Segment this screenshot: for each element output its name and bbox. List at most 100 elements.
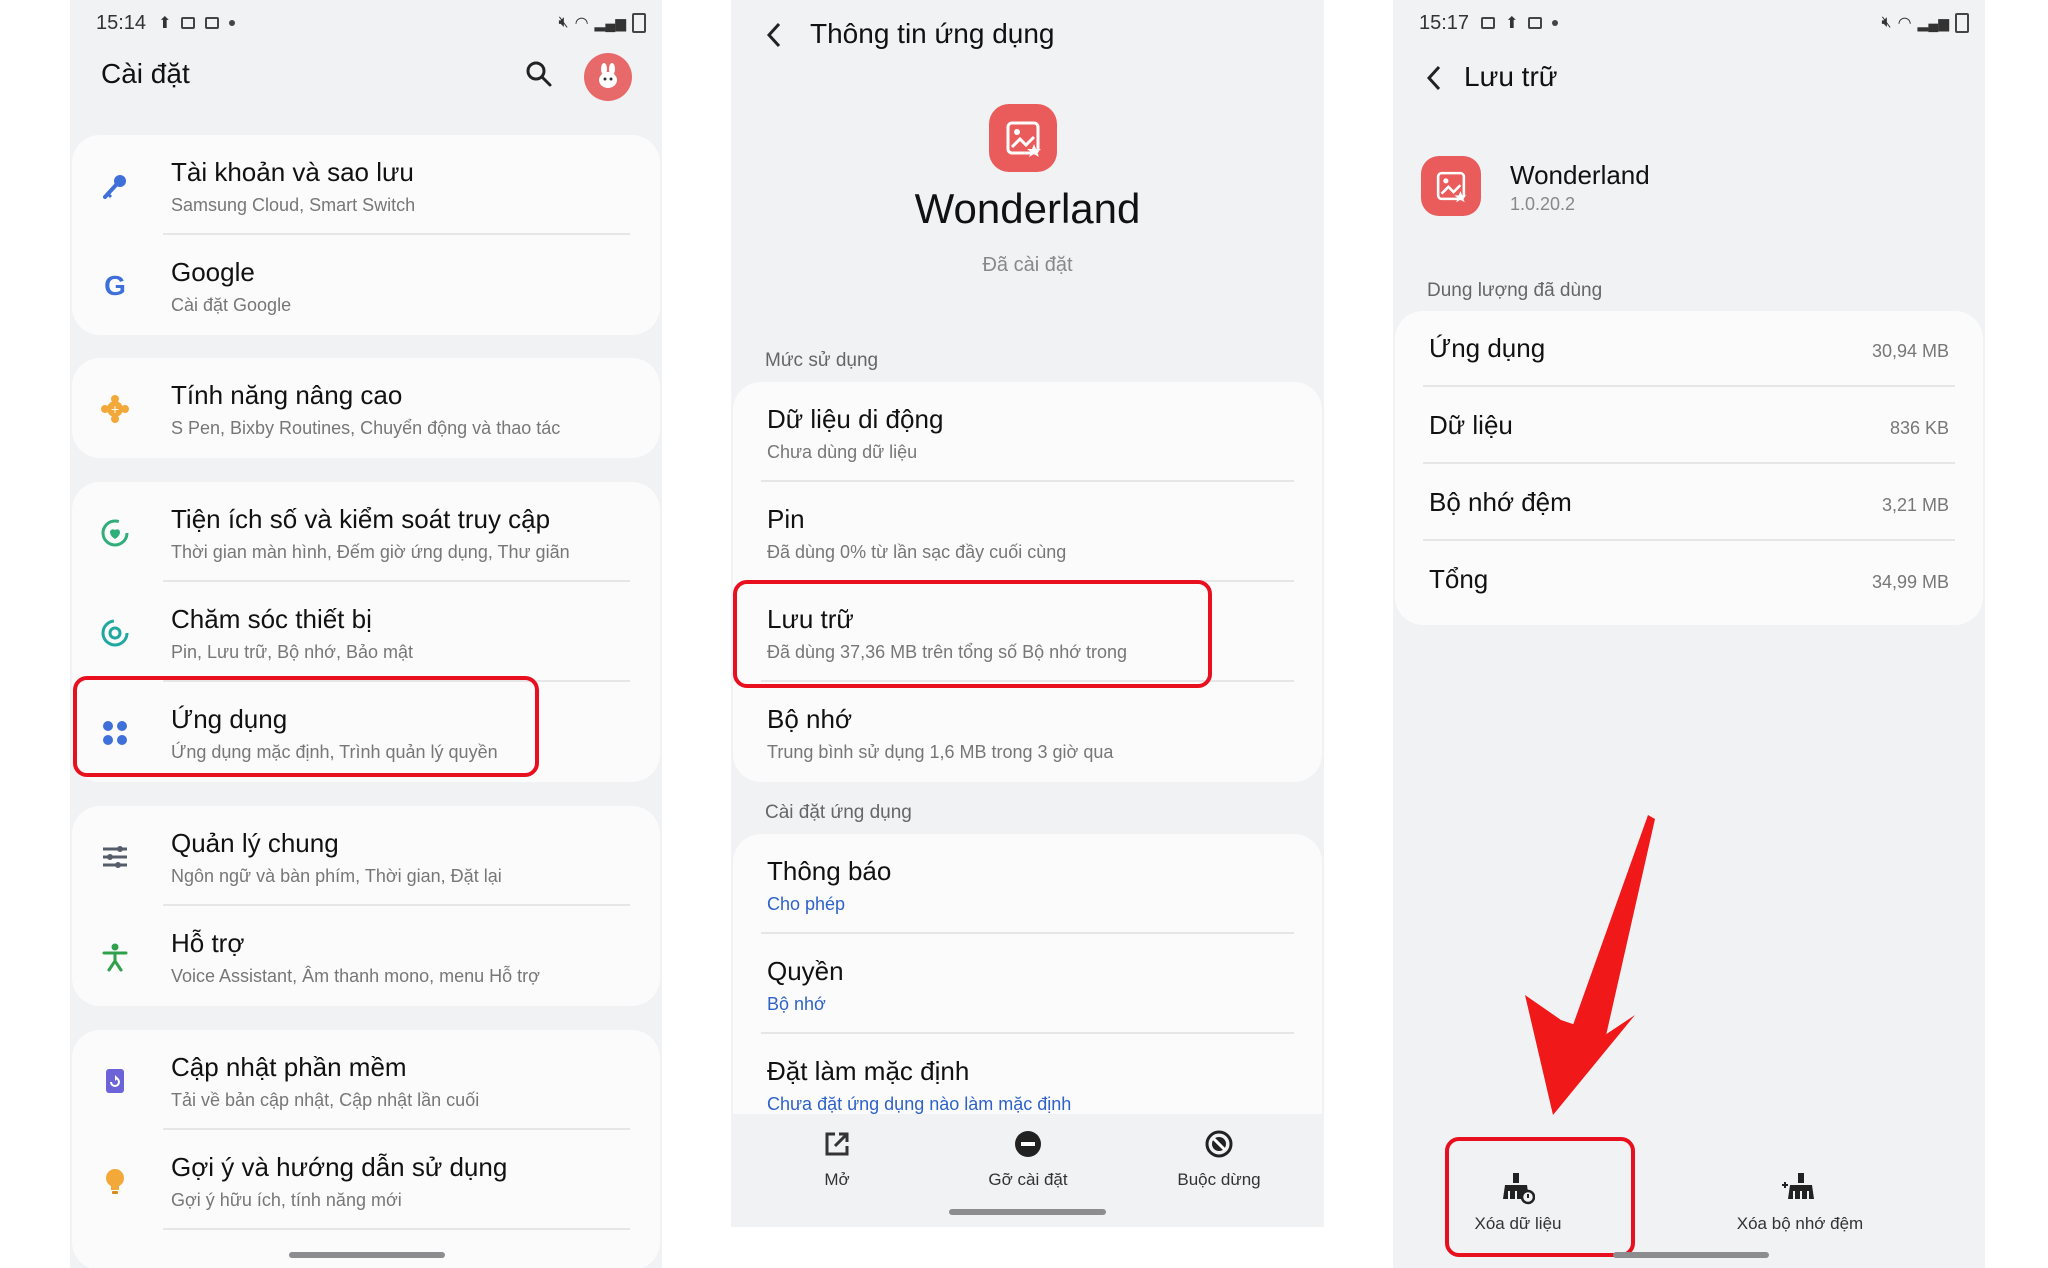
app-version: 1.0.20.2 — [1510, 194, 1576, 214]
navigation-handle[interactable] — [949, 1209, 1106, 1215]
settings-group-advanced: + Tính năng nâng cao S Pen, Bixby Routin… — [72, 358, 660, 458]
storage-usage-card: Ứng dụng 30,94 MB Dữ liệu 836 KB Bộ nhớ … — [1395, 311, 1983, 625]
status-time: 15:17 — [1419, 11, 1470, 34]
settings-item-digital-wellbeing[interactable]: Tiện ích số và kiểm soát truy cập Thời g… — [72, 482, 660, 582]
mute-icon: 🔇︎ — [1881, 14, 1892, 31]
google-icon: G — [104, 270, 126, 301]
storage-row-data: Dữ liệu 836 KB — [1395, 388, 1983, 464]
settings-item-tips[interactable]: Gợi ý và hướng dẫn sử dụng Gợi ý hữu ích… — [72, 1130, 660, 1230]
item-subtitle: Cài đặt Google — [171, 295, 292, 315]
open-label: Mở — [824, 1170, 850, 1189]
key-icon — [100, 171, 130, 201]
navigation-handle[interactable] — [289, 1252, 445, 1258]
uninstall-button[interactable]: Gỡ cài đặt — [958, 1124, 1098, 1190]
force-stop-button[interactable]: Buộc dừng — [1149, 1124, 1289, 1190]
settings-group-general: Quản lý chung Ngôn ngữ và bàn phím, Thời… — [72, 806, 660, 1006]
settings-group-accounts: Tài khoản và sao lưu Samsung Cloud, Smar… — [72, 135, 660, 335]
storage-label: Ứng dụng — [1429, 333, 1546, 363]
item-title: Đặt làm mặc định — [767, 1056, 970, 1086]
highlight-clear-data — [1445, 1137, 1635, 1257]
item-subtitle: S Pen, Bixby Routines, Chuyển động và th… — [171, 418, 561, 438]
page-title: Thông tin ứng dụng — [810, 18, 1055, 49]
svg-text:+: + — [110, 403, 119, 416]
storage-row-cache: Bộ nhớ đệm 3,21 MB — [1395, 465, 1983, 541]
settings-item-general-management[interactable]: Quản lý chung Ngôn ngữ và bàn phím, Thời… — [72, 806, 660, 906]
open-external-icon — [767, 1124, 907, 1164]
avatar[interactable] — [584, 53, 632, 101]
item-title: Thông báo — [767, 856, 892, 886]
settings-group-updates: Cập nhật phần mềm Tải về bản cập nhật, C… — [72, 1030, 660, 1268]
settings-item-device-care[interactable]: Chăm sóc thiết bị Pin, Lưu trữ, Bộ nhớ, … — [72, 582, 660, 682]
gallery-icon — [1528, 17, 1543, 29]
divider — [163, 1228, 630, 1230]
search-icon[interactable] — [525, 60, 553, 93]
item-title: Quản lý chung — [171, 828, 339, 858]
storage-value: 836 KB — [1889, 418, 1949, 438]
app-name: Wonderland — [914, 185, 1141, 232]
item-title: Pin — [767, 504, 805, 534]
item-title: Cập nhật phần mềm — [171, 1052, 407, 1082]
settings-item-google[interactable]: G Google Cài đặt Google — [72, 235, 660, 335]
puzzle-gear-icon: + — [100, 394, 130, 424]
storage-row-app: Ứng dụng 30,94 MB — [1395, 311, 1983, 387]
item-subtitle: Ngôn ngữ và bàn phím, Thời gian, Đặt lại — [171, 866, 502, 886]
usage-item-memory[interactable]: Bộ nhớ Trung bình sử dụng 1,6 MB trong 3… — [733, 682, 1322, 782]
device-care-icon — [100, 618, 130, 648]
item-title: Dữ liệu di động — [767, 404, 944, 434]
software-update-icon — [100, 1066, 130, 1096]
back-arrow-icon[interactable] — [763, 20, 787, 55]
settings-item-advanced-features[interactable]: + Tính năng nâng cao S Pen, Bixby Routin… — [72, 358, 660, 458]
item-title: Hỗ trợ — [171, 928, 245, 958]
force-stop-label: Buộc dừng — [1177, 1170, 1261, 1189]
annotation-arrow-icon — [1525, 815, 1655, 1115]
back-arrow-icon[interactable] — [1423, 63, 1447, 98]
clear-cache-label: Xóa bộ nhớ đệm — [1736, 1214, 1864, 1233]
item-subtitle: Thời gian màn hình, Đếm giờ ứng dụng, Th… — [171, 542, 570, 562]
app-icon — [989, 104, 1057, 172]
settings-item-accessibility[interactable]: Hỗ trợ Voice Assistant, Âm thanh mono, m… — [72, 906, 660, 1006]
storage-label: Bộ nhớ đệm — [1429, 487, 1572, 517]
usage-item-battery[interactable]: Pin Đã dùng 0% từ lần sạc đầy cuối cùng — [733, 482, 1322, 582]
navigation-handle[interactable] — [1613, 1252, 1769, 1258]
item-subtitle: Pin, Lưu trữ, Bộ nhớ, Bảo mật — [171, 642, 414, 662]
item-subtitle: Trung bình sử dụng 1,6 MB trong 3 giờ qu… — [767, 742, 1114, 762]
section-app-settings-label: Cài đặt ứng dụng — [765, 802, 912, 823]
item-subtitle: Tải về bản cập nhật, Cập nhật lần cuối — [171, 1090, 480, 1110]
notification-dot-icon — [1552, 20, 1559, 26]
item-subtitle: Bộ nhớ — [767, 994, 826, 1014]
open-button[interactable]: Mở — [767, 1124, 907, 1190]
divider — [1423, 539, 1955, 541]
setting-item-permissions[interactable]: Quyền Bộ nhớ — [733, 934, 1322, 1034]
upload-icon: ⬆ — [158, 15, 172, 32]
settings-item-accounts[interactable]: Tài khoản và sao lưu Samsung Cloud, Smar… — [72, 135, 660, 235]
divider — [1423, 385, 1955, 387]
section-used-label: Dung lượng đã dùng — [1427, 280, 1603, 301]
highlight-storage — [733, 580, 1212, 688]
gallery-icon — [181, 17, 196, 29]
page-title: Lưu trữ — [1464, 61, 1558, 92]
storage-label: Tổng — [1429, 564, 1489, 594]
item-subtitle: Samsung Cloud, Smart Switch — [171, 195, 416, 215]
image-icon — [1481, 17, 1496, 29]
highlight-apps — [73, 676, 539, 777]
status-bar: 15:14 ⬆ 🔇︎ ◠ ▂▄▆ — [96, 8, 646, 38]
item-subtitle: Voice Assistant, Âm thanh mono, menu Hỗ … — [171, 966, 540, 986]
page-title: Cài đặt — [101, 58, 190, 89]
item-subtitle: Đã dùng 0% từ lần sạc đầy cuối cùng — [767, 542, 1067, 562]
image-icon — [205, 17, 220, 29]
setting-item-notifications[interactable]: Thông báo Cho phép — [733, 834, 1322, 934]
wifi-icon: ◠ — [574, 15, 589, 32]
sliders-icon — [100, 842, 130, 872]
item-title: Google — [171, 257, 255, 287]
settings-item-software-update[interactable]: Cập nhật phần mềm Tải về bản cập nhật, C… — [72, 1030, 660, 1130]
item-title: Chăm sóc thiết bị — [171, 604, 372, 634]
item-subtitle: Chưa đặt ứng dụng nào làm mặc định — [767, 1094, 1072, 1114]
usage-item-mobile-data[interactable]: Dữ liệu di động Chưa dùng dữ liệu — [733, 382, 1322, 482]
accessibility-icon — [100, 942, 130, 972]
notification-dot-icon — [229, 20, 236, 26]
lightbulb-icon — [100, 1166, 130, 1196]
item-title: Bộ nhớ — [767, 704, 852, 734]
section-usage-label: Mức sử dụng — [765, 350, 879, 371]
clear-cache-button[interactable]: Xóa bộ nhớ đệm — [1730, 1168, 1870, 1234]
app-name: Wonderland — [1510, 160, 1650, 190]
